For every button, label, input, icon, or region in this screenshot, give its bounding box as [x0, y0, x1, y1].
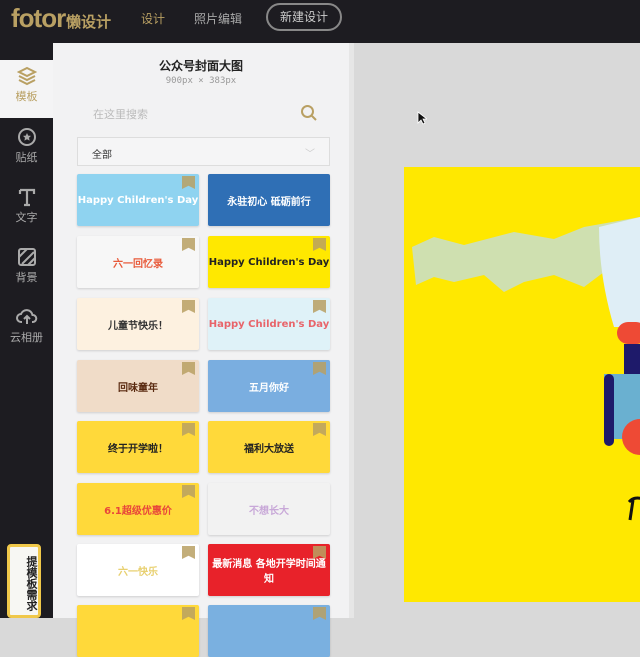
premium-badge-icon [182, 238, 195, 251]
sidebar-item-label: 模板 [15, 90, 38, 103]
logo[interactable]: fotor [11, 3, 66, 34]
template-text: 最新消息 各地开学时间通知 [212, 559, 326, 585]
sidebar: 模板 贴纸 文字 背景 云相册 提模板需求 [0, 43, 53, 618]
template-text: 六一快乐 [118, 566, 158, 578]
sidebar-item-label: 文字 [15, 211, 38, 224]
search-icon[interactable] [300, 104, 318, 122]
sidebar-item-templates[interactable]: 模板 [0, 60, 53, 118]
cursor-icon [417, 111, 427, 125]
template-text: 不想长大 [249, 505, 289, 517]
premium-badge-icon [313, 238, 326, 251]
premium-badge-icon [182, 546, 195, 559]
template-text: 福利大放送 [244, 443, 294, 455]
stripes-icon [17, 248, 36, 266]
template-thumbnail[interactable]: 福利大放送 [208, 421, 330, 473]
text-icon [18, 188, 35, 207]
premium-badge-icon [182, 176, 195, 189]
template-thumbnail[interactable] [208, 605, 330, 657]
layers-icon [16, 66, 37, 86]
sidebar-item-text[interactable]: 文字 [0, 181, 53, 239]
logo-subtitle: 懒设计 [66, 13, 112, 31]
top-bar: fotor 懒设计 设计 照片编辑 新建设计 [0, 0, 640, 43]
template-text: Happy Children's Day [208, 318, 330, 330]
template-thumbnail[interactable]: Happy Children's Day [77, 174, 199, 226]
template-thumbnail[interactable]: 终于开学啦！ [77, 421, 199, 473]
template-thumbnail[interactable]: 6.1超级优惠价 [77, 483, 199, 535]
premium-badge-icon [313, 362, 326, 375]
star-circle-icon [17, 128, 36, 146]
premium-badge-icon [182, 362, 195, 375]
premium-badge-icon [313, 423, 326, 436]
sidebar-item-label: 背景 [15, 271, 38, 284]
sidebar-item-stickers[interactable]: 贴纸 [0, 121, 53, 179]
template-thumbnail[interactable]: 永驻初心 砥砺前行 [208, 174, 330, 226]
template-thumbnail[interactable]: 不想长大 [208, 483, 330, 535]
premium-badge-icon [182, 300, 195, 313]
premium-badge-icon [182, 423, 195, 436]
template-text: 回味童年 [118, 382, 158, 394]
sidebar-item-background[interactable]: 背景 [0, 241, 53, 299]
template-text: 6.1超级优惠价 [104, 505, 172, 517]
template-text: Happy Children's Day [208, 256, 330, 268]
premium-badge-icon [313, 607, 326, 620]
chevron-down-icon: ﹀ [305, 149, 315, 160]
search-input[interactable] [77, 103, 327, 127]
template-text: Happy Children's Day [77, 194, 199, 206]
template-thumbnail[interactable]: 六一回忆录 [77, 236, 199, 288]
canvas-area [354, 43, 640, 618]
template-thumbnail[interactable] [77, 605, 199, 657]
template-thumbnail[interactable]: 儿童节快乐！ [77, 298, 199, 350]
canvas-artwork [412, 217, 640, 521]
template-thumbnail[interactable]: Happy Children's Day [208, 298, 330, 350]
template-text: 六一回忆录 [113, 258, 163, 270]
nav-design[interactable]: 设计 [141, 10, 165, 27]
nav-photo-edit[interactable]: 照片编辑 [194, 10, 242, 27]
template-text: 永驻初心 砥砺前行 [227, 196, 311, 208]
canvas-size: 900px × 383px [165, 76, 237, 86]
new-design-button[interactable]: 新建设计 [266, 3, 342, 31]
template-text: 儿童节快乐！ [108, 320, 168, 332]
panel-title: 公众号封面大图 [158, 59, 243, 73]
template-thumbnail[interactable]: Happy Children's Day [208, 236, 330, 288]
template-thumbnail[interactable]: 五月你好 [208, 360, 330, 412]
template-text: 五月你好 [249, 382, 289, 394]
premium-badge-icon [313, 300, 326, 313]
template-text: 终于开学啦！ [108, 443, 168, 455]
category-value: 全部 [92, 150, 112, 161]
request-template-button[interactable]: 提模板需求 [7, 544, 41, 618]
sidebar-item-label: 云相册 [10, 331, 43, 344]
template-thumbnail[interactable]: 六一快乐 [77, 544, 199, 596]
cloud-upload-icon [15, 309, 37, 324]
sidebar-item-cloud-album[interactable]: 云相册 [0, 301, 53, 359]
premium-badge-icon [182, 607, 195, 620]
template-thumbnail[interactable]: 回味童年 [77, 360, 199, 412]
premium-badge-icon [182, 485, 195, 498]
template-panel: 公众号封面大图 900px × 383px 全部 ﹀ Happy Children… [53, 43, 349, 657]
template-thumbnail[interactable]: 最新消息 各地开学时间通知 [208, 544, 330, 596]
category-select[interactable]: 全部 ﹀ [77, 137, 330, 166]
sidebar-item-label: 贴纸 [15, 151, 38, 164]
design-canvas[interactable] [404, 167, 640, 602]
